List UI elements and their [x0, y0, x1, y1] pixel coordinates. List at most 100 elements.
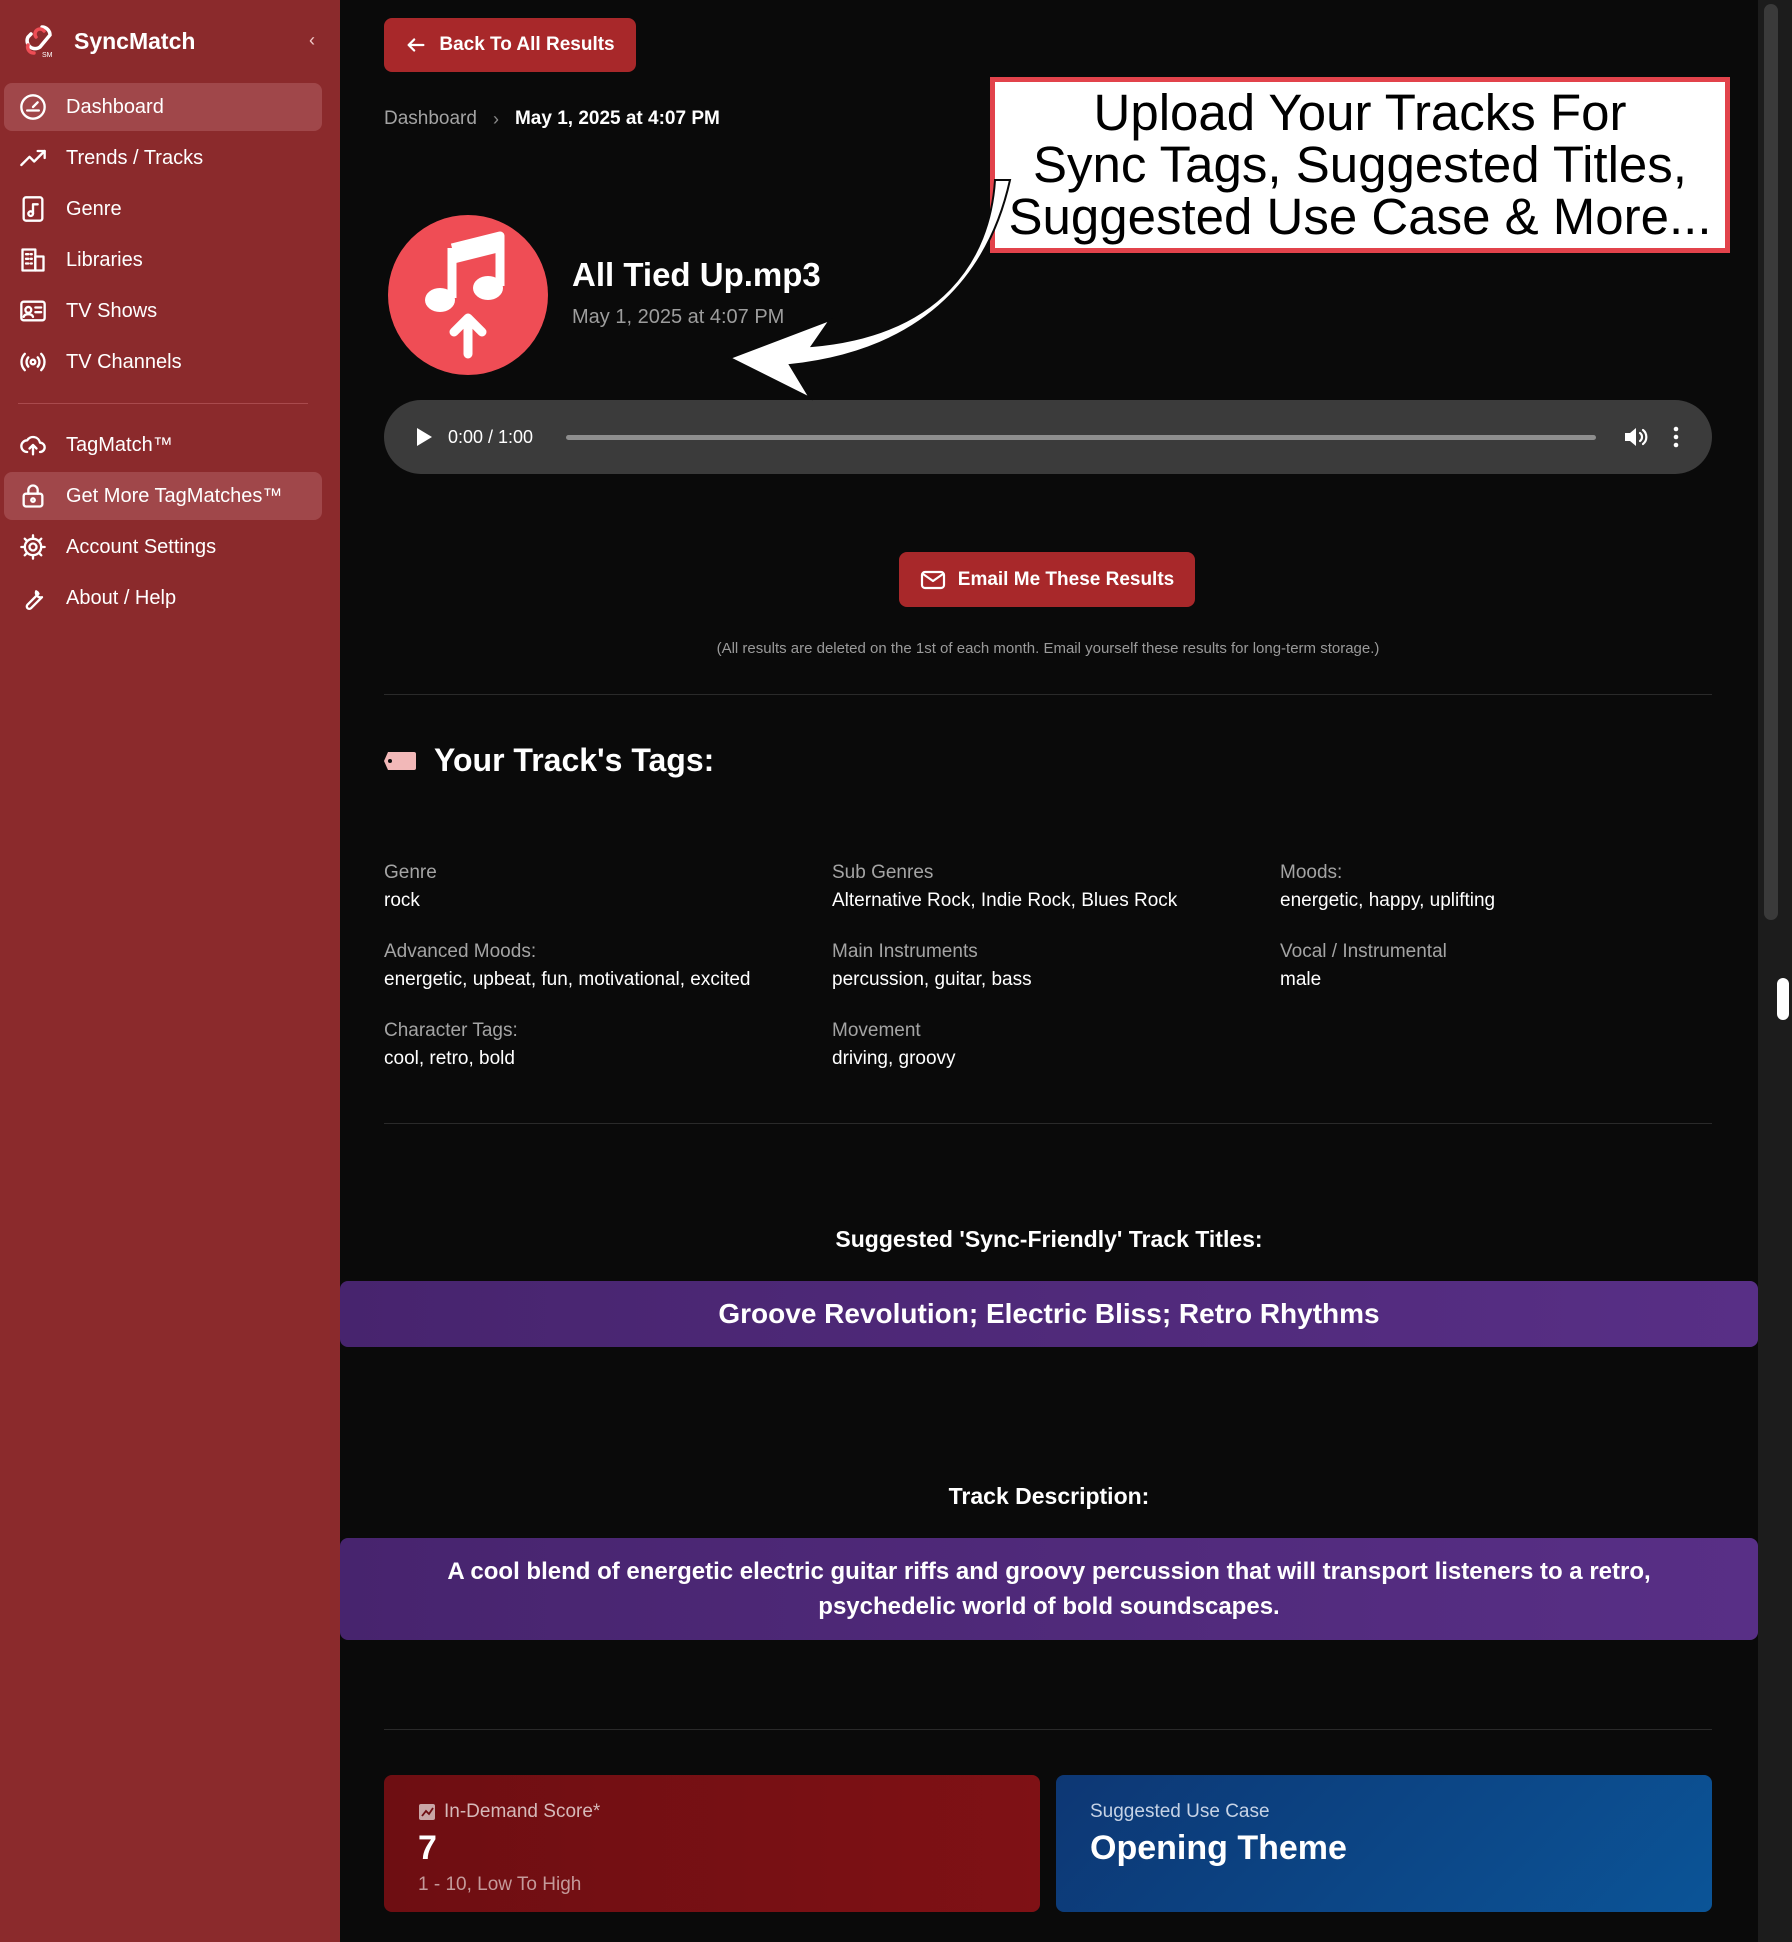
sidebar-item-label: TV Channels: [66, 350, 182, 373]
trending-up-icon: [18, 143, 48, 173]
tag-label: Vocal / Instrumental: [1280, 941, 1447, 962]
use-case-label: Suggested Use Case: [1090, 1801, 1270, 1822]
sidebar-item-label: Account Settings: [66, 535, 217, 558]
playback-progress-slider[interactable]: [566, 434, 1596, 440]
scrollbar-handle[interactable]: [1777, 978, 1789, 1020]
sidebar-item-label: Trends / Tracks: [66, 146, 204, 169]
back-to-results-button[interactable]: Back To All Results: [384, 18, 636, 72]
tag-value: rock: [384, 890, 420, 911]
volume-icon: [1625, 428, 1648, 446]
sidebar-nav: Dashboard Trends / Tracks Genre Librarie…: [4, 83, 322, 625]
playback-time: 0:00 / 1:00: [448, 426, 534, 447]
promo-callout: Upload Your Tracks For Sync Tags, Sugges…: [990, 77, 1730, 253]
tag-label: Sub Genres: [832, 862, 934, 883]
sidebar-item-label: TagMatch™: [66, 433, 173, 456]
more-vertical-icon: [1673, 426, 1679, 448]
play-button[interactable]: [410, 423, 438, 451]
suggested-use-case-card: Suggested Use Case Opening Theme: [1056, 1775, 1712, 1912]
tag-value: male: [1280, 969, 1322, 990]
email-results-button[interactable]: Email Me These Results: [899, 552, 1195, 607]
music-upload-icon: [388, 215, 548, 375]
sidebar-item-about-help[interactable]: About / Help: [4, 574, 322, 622]
tag-icon: [384, 751, 416, 770]
tag-value: cool, retro, bold: [384, 1048, 515, 1069]
id-card-icon: [18, 296, 48, 326]
tag-label: Advanced Moods:: [384, 941, 537, 962]
tag-character-tags: Character Tags: cool, retro, bold: [384, 1020, 832, 1070]
sidebar-item-tv-shows[interactable]: TV Shows: [4, 287, 322, 335]
sidebar-item-label: Dashboard: [66, 95, 164, 118]
track-description-value: A cool blend of energetic electric guita…: [340, 1538, 1758, 1640]
use-case-value: Opening Theme: [1090, 1829, 1347, 1867]
cloud-upload-icon: [18, 430, 48, 460]
dashboard-gauge-icon: [18, 92, 48, 122]
sidebar-item-genre[interactable]: Genre: [4, 185, 322, 233]
sidebar-item-dashboard[interactable]: Dashboard: [4, 83, 322, 131]
sidebar-divider: [18, 403, 308, 404]
tags-heading-text: Your Track's Tags:: [434, 742, 715, 778]
tag-sub-genres: Sub Genres Alternative Rock, Indie Rock, …: [832, 862, 1280, 912]
sidebar-item-get-more-tagmatches[interactable]: Get More TagMatches™: [4, 472, 322, 520]
sidebar-item-label: About / Help: [66, 586, 177, 609]
player-more-options-button[interactable]: [1666, 421, 1686, 453]
page-scrollbar[interactable]: [1758, 0, 1792, 1942]
tag-vocal-instrumental: Vocal / Instrumental male: [1280, 941, 1712, 991]
arrow-left-icon: [407, 38, 425, 52]
tag-label: Main Instruments: [832, 941, 978, 962]
callout-line-2: Sync Tags, Suggested Titles,: [1033, 136, 1687, 193]
main-content: Back To All Results Dashboard › May 1, 2…: [340, 0, 1758, 1942]
breadcrumb-dashboard-link[interactable]: Dashboard: [384, 108, 477, 130]
score-label: In-Demand Score*: [418, 1801, 1006, 1823]
tag-value: energetic, happy, uplifting: [1280, 890, 1496, 911]
music-file-icon: [18, 194, 48, 224]
tag-label: Character Tags:: [384, 1020, 518, 1041]
tag-main-instruments: Main Instruments percussion, guitar, bass: [832, 941, 1280, 991]
breadcrumb: Dashboard › May 1, 2025 at 4:07 PM: [384, 108, 720, 130]
track-description-heading: Track Description:: [948, 1483, 1150, 1509]
tag-value: energetic, upbeat, fun, motivational, ex…: [384, 969, 751, 990]
tag-advanced-moods: Advanced Moods: energetic, upbeat, fun, m…: [384, 941, 832, 991]
chevron-right-icon: ›: [492, 108, 499, 129]
suggested-titles-heading: Suggested 'Sync-Friendly' Track Titles:: [835, 1226, 1263, 1252]
sidebar-item-tagmatch[interactable]: TagMatch™: [4, 421, 322, 469]
tag-label: Moods:: [1280, 862, 1343, 883]
email-button-label: Email Me These Results: [957, 568, 1175, 590]
sidebar-item-tv-channels[interactable]: TV Channels: [4, 338, 322, 386]
score-scale: 1 - 10, Low To High: [418, 1874, 582, 1895]
syncmatch-logo-icon: SM: [25, 25, 53, 59]
app-name: SyncMatch: [74, 27, 196, 54]
tag-value: driving, groovy: [832, 1048, 956, 1069]
back-button-label: Back To All Results: [439, 34, 615, 55]
envelope-icon: [920, 570, 945, 589]
lock-icon: [18, 481, 48, 511]
track-title: All Tied Up.mp3: [572, 256, 821, 293]
sidebar-item-account-settings[interactable]: Account Settings: [4, 523, 322, 571]
tag-label: Genre: [384, 862, 437, 883]
tag-value: Alternative Rock, Indie Rock, Blues Rock: [832, 890, 1178, 911]
in-demand-score-card: In-Demand Score* 7 1 - 10, Low To High: [384, 1775, 1040, 1912]
sidebar-item-trends-tracks[interactable]: Trends / Tracks: [4, 134, 322, 182]
suggested-titles-value: Groove Revolution; Electric Bliss; Retro…: [340, 1281, 1758, 1347]
section-divider: [384, 1123, 1712, 1124]
tag-value: percussion, guitar, bass: [832, 969, 1032, 990]
score-label-text: In-Demand Score*: [444, 1801, 601, 1822]
building-icon: [18, 245, 48, 275]
tag-moods: Moods: energetic, happy, uplifting: [1280, 862, 1712, 912]
tags-heading: Your Track's Tags:: [384, 742, 714, 779]
sidebar-item-libraries[interactable]: Libraries: [4, 236, 322, 284]
gear-icon: [18, 532, 48, 562]
brand[interactable]: SM SyncMatch: [20, 20, 195, 62]
volume-button[interactable]: [1620, 421, 1652, 453]
breadcrumb-current: May 1, 2025 at 4:07 PM: [514, 108, 720, 129]
section-divider: [384, 1729, 1712, 1730]
sidebar-item-label: Genre: [66, 197, 122, 220]
scrollbar-thumb[interactable]: [1764, 4, 1778, 920]
sidebar-item-label: Libraries: [66, 248, 143, 271]
callout-line-3: Suggested Use Case & More...: [1008, 188, 1712, 245]
promo-callout-text: Upload Your Tracks For Sync Tags, Sugges…: [1008, 87, 1711, 243]
retention-note: (All results are deleted on the 1st of e…: [716, 640, 1380, 657]
sidebar-collapse-button[interactable]: ‹: [300, 28, 324, 52]
sidebar: SM SyncMatch ‹ Dashboard Trends / Tracks…: [0, 0, 340, 1942]
wrench-icon: [18, 583, 48, 613]
section-divider: [384, 694, 1712, 695]
